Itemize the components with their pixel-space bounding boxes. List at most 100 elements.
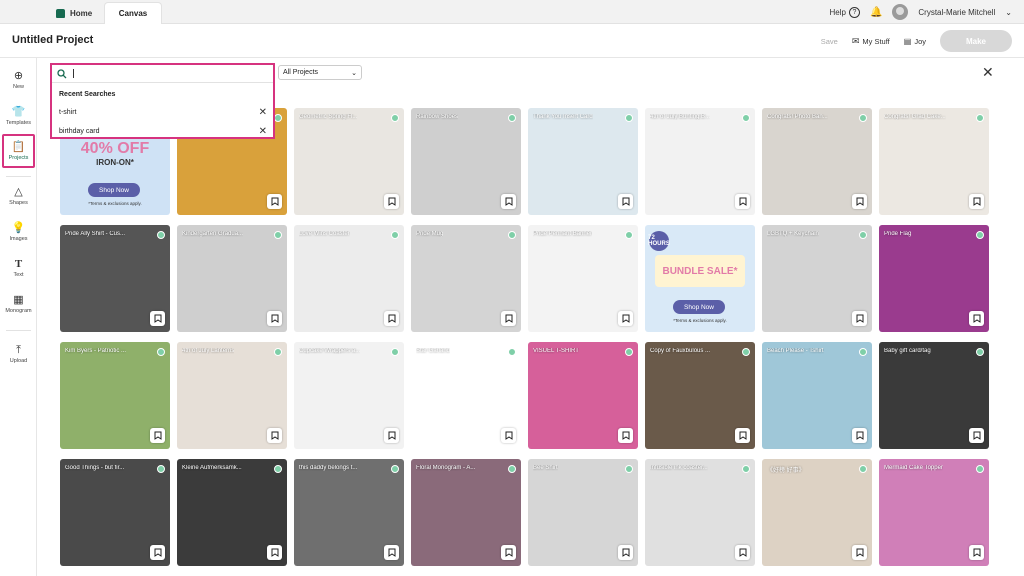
close-icon[interactable]: ✕ xyxy=(259,107,267,118)
sidebar-item-images[interactable]: 💡 Images xyxy=(2,216,35,248)
bookmark-icon[interactable] xyxy=(267,545,282,560)
project-card[interactable]: LGBTQ + Keychain xyxy=(762,225,872,332)
my-stuff-button[interactable]: ✉ My Stuff xyxy=(852,36,890,47)
project-card[interactable]: Kindergarten Gradua... xyxy=(177,225,287,332)
user-name[interactable]: Crystal-Marie Mitchell xyxy=(918,8,995,17)
project-badge-icon xyxy=(274,114,282,122)
project-card[interactable]: Congrats! Grad Cake... xyxy=(879,108,989,215)
sidebar-item-upload[interactable]: ⤒ Upload xyxy=(2,338,35,370)
bookmark-icon[interactable] xyxy=(852,545,867,560)
project-card[interactable]: Kim Byers - Patriotic ... xyxy=(60,342,170,449)
project-title: Floral Monogram - A... xyxy=(416,465,476,471)
project-card[interactable]: Kleine Aufmerksamk... xyxy=(177,459,287,566)
bookmark-icon[interactable] xyxy=(384,545,399,560)
project-card[interactable]: Beach Please - Tshirt xyxy=(762,342,872,449)
sidebar-item-templates[interactable]: 👕 Templates xyxy=(2,100,35,132)
tab-canvas[interactable]: Canvas xyxy=(104,2,162,24)
bookmark-icon[interactable] xyxy=(969,428,984,443)
bookmark-icon[interactable] xyxy=(384,311,399,326)
project-card[interactable]: Mermaid Cake Topper xyxy=(879,459,989,566)
project-card[interactable]: 4th of July Lanterns xyxy=(177,342,287,449)
bookmark-icon[interactable] xyxy=(618,428,633,443)
project-card[interactable]: Star Garland xyxy=(411,342,521,449)
project-card[interactable]: Love Wins Coaster xyxy=(294,225,404,332)
project-card[interactable]: Infusible ink coaster... xyxy=(645,459,755,566)
sidebar-item-monogram[interactable]: ▦ Monogram xyxy=(2,288,35,320)
bookmark-icon[interactable] xyxy=(501,194,516,209)
sidebar-item-text[interactable]: T Text xyxy=(2,252,35,284)
project-title: 《好榜 好事》 xyxy=(767,468,805,474)
project-card[interactable]: this daddy belongs t... xyxy=(294,459,404,566)
project-header: Untitled Project Save ✉ My Stuff ▤ Joy M… xyxy=(0,24,1024,58)
project-card[interactable]: Pride Mug xyxy=(411,225,521,332)
project-badge-icon xyxy=(742,465,750,473)
monogram-icon: ▦ xyxy=(13,293,24,306)
recent-search-item[interactable]: birthday card ✕ xyxy=(52,122,273,141)
project-title: Cupcake Wrappers a... xyxy=(299,348,361,354)
bookmark-icon[interactable] xyxy=(267,428,282,443)
close-icon[interactable]: ✕ xyxy=(259,126,267,137)
bookmark-icon[interactable] xyxy=(501,311,516,326)
project-card[interactable]: VISUEL T-SHIRT xyxy=(528,342,638,449)
bookmark-icon[interactable] xyxy=(618,311,633,326)
bookmark-icon[interactable] xyxy=(267,194,282,209)
bookmark-icon[interactable] xyxy=(150,545,165,560)
project-card[interactable]: Pride Ally Shirt - Cus... xyxy=(60,225,170,332)
project-card[interactable]: 4th of July Bunting B... xyxy=(645,108,755,215)
help-link[interactable]: Help ? xyxy=(829,6,860,18)
bell-icon[interactable]: 🔔 xyxy=(870,7,882,18)
project-card[interactable]: Rainbow Shoes xyxy=(411,108,521,215)
bookmark-icon[interactable] xyxy=(969,194,984,209)
close-icon[interactable]: ✕ xyxy=(982,64,994,81)
project-card[interactable]: Geometric Spring Fl... xyxy=(294,108,404,215)
shop-now-button[interactable]: Shop Now xyxy=(88,183,140,197)
bookmark-icon[interactable] xyxy=(969,545,984,560)
bookmark-icon[interactable] xyxy=(735,428,750,443)
bookmark-icon[interactable] xyxy=(735,545,750,560)
bookmark-icon[interactable] xyxy=(384,194,399,209)
bookmark-icon[interactable] xyxy=(969,311,984,326)
project-card[interactable]: Cupcake Wrappers a... xyxy=(294,342,404,449)
project-card[interactable]: Congrats! Photo Ban... xyxy=(762,108,872,215)
make-button[interactable]: Make xyxy=(940,30,1012,52)
joy-button[interactable]: ▤ Joy xyxy=(904,37,926,46)
project-card[interactable]: Pride Flag xyxy=(879,225,989,332)
project-card[interactable]: Copy of Fauxbulous ... xyxy=(645,342,755,449)
project-card[interactable]: Bee Shirt xyxy=(528,459,638,566)
project-card[interactable]: Floral Monogram - A... xyxy=(411,459,521,566)
bookmark-icon[interactable] xyxy=(384,428,399,443)
avatar[interactable] xyxy=(892,4,909,20)
project-card[interactable]: 《好榜 好事》 xyxy=(762,459,872,566)
sidebar-item-projects[interactable]: 📋 Projects xyxy=(2,134,35,168)
project-title: Bee Shirt xyxy=(533,465,558,471)
shop-now-button[interactable]: Shop Now xyxy=(673,300,725,314)
save-button[interactable]: Save xyxy=(821,37,838,46)
project-card[interactable]: Good Things - but fir... xyxy=(60,459,170,566)
chevron-down-icon[interactable]: ⌄ xyxy=(1005,8,1012,17)
project-filter-select[interactable]: All Projects ⌄ xyxy=(278,65,362,80)
bookmark-icon[interactable] xyxy=(267,311,282,326)
project-title: Pride Mug xyxy=(416,231,444,237)
project-card[interactable]: Thank You Insert Card xyxy=(528,108,638,215)
bookmark-icon[interactable] xyxy=(852,311,867,326)
tab-home[interactable]: Home xyxy=(46,2,102,24)
search-input[interactable] xyxy=(52,65,273,83)
bookmark-icon[interactable] xyxy=(501,545,516,560)
project-title[interactable]: Untitled Project xyxy=(12,34,93,46)
project-card[interactable]: Baby gift card/tag xyxy=(879,342,989,449)
bookmark-icon[interactable] xyxy=(735,194,750,209)
promo-terms: *Terms & exclusions apply. xyxy=(88,201,142,206)
recent-search-item[interactable]: t-shirt ✕ xyxy=(52,103,273,122)
sidebar-item-shapes[interactable]: △ Shapes xyxy=(2,180,35,212)
bookmark-icon[interactable] xyxy=(852,428,867,443)
project-card[interactable]: Pride Pennant Banner xyxy=(528,225,638,332)
bookmark-icon[interactable] xyxy=(618,194,633,209)
bookmark-icon[interactable] xyxy=(618,545,633,560)
tab-canvas-label: Canvas xyxy=(118,9,148,18)
project-card[interactable]: 72 HOURS BUNDLE SALE* Shop Now *Terms & exc… xyxy=(645,225,755,332)
bookmark-icon[interactable] xyxy=(150,428,165,443)
bookmark-icon[interactable] xyxy=(150,311,165,326)
bookmark-icon[interactable] xyxy=(501,428,516,443)
sidebar-item-new[interactable]: ⊕ New xyxy=(2,64,35,96)
bookmark-icon[interactable] xyxy=(852,194,867,209)
